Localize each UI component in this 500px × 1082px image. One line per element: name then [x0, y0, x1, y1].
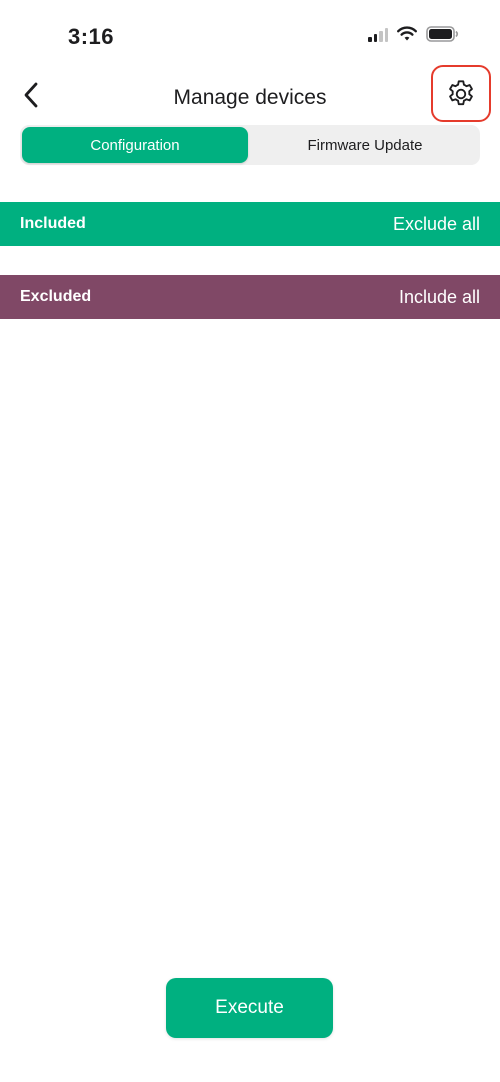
tab-firmware-update[interactable]: Firmware Update: [252, 127, 478, 163]
status-bar: 3:16: [0, 0, 500, 70]
wifi-icon: [397, 26, 417, 41]
battery-icon: [426, 26, 459, 42]
nav-bar: Manage devices: [0, 65, 500, 125]
settings-button[interactable]: [431, 65, 491, 122]
page-title: Manage devices: [173, 86, 327, 109]
excluded-section-header: Excluded Include all: [0, 275, 500, 319]
status-icons: [368, 26, 460, 42]
cellular-signal-icon: [368, 27, 388, 42]
included-section-header: Included Exclude all: [0, 202, 500, 246]
execute-button[interactable]: Execute: [166, 978, 333, 1038]
status-time: 3:16: [68, 24, 115, 49]
included-label: Included: [20, 215, 86, 232]
tab-configuration[interactable]: Configuration: [22, 127, 248, 163]
gear-icon: [449, 79, 473, 105]
segmented-control: Configuration Firmware Update: [20, 125, 480, 165]
include-all-button[interactable]: Include all: [399, 287, 480, 308]
exclude-all-button[interactable]: Exclude all: [393, 214, 480, 235]
excluded-label: Excluded: [20, 288, 92, 305]
